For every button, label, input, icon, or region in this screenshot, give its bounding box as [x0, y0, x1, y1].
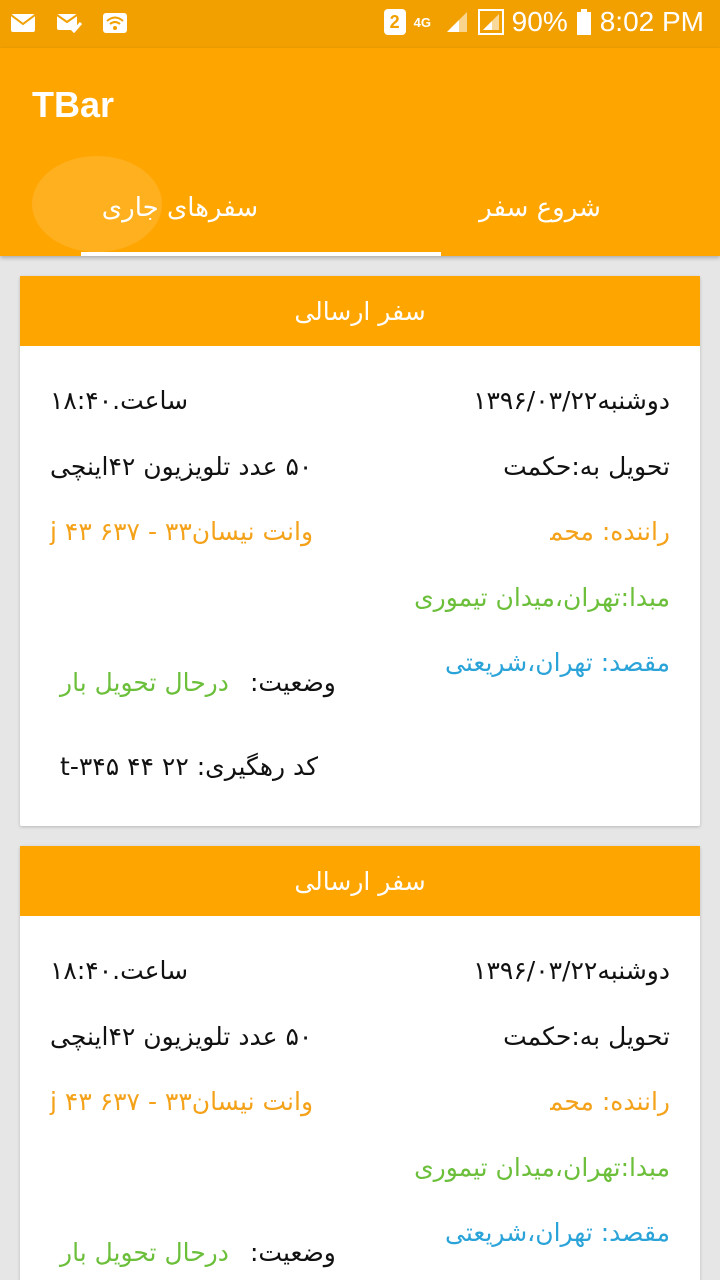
trip-card[interactable]: سفر ارسالی دوشنبه۱۳۹۶/۰۳/۲۲ ساعت.۱۸:۴۰ ت…	[20, 276, 700, 826]
trip-driver: راننده: محمد	[536, 1087, 670, 1116]
status-bar-notifications	[10, 10, 128, 36]
trip-tracking-code: کد رهگیری: ۲۲ ۴۴ ۳۴۵-t	[60, 752, 319, 781]
trip-status-label: وضعیت:	[250, 1238, 336, 1267]
network-4g-icon: 4G	[413, 14, 432, 30]
battery-percent: 90%	[511, 6, 568, 37]
trip-vehicle: وانت نیسان۳۳ - ۶۳۷ j ۴۳	[50, 1087, 314, 1116]
trip-time: ساعت.۱۸:۴۰	[50, 386, 189, 415]
trip-status-value: درحال تحویل بار	[60, 1238, 229, 1267]
trip-card-header: سفر ارسالی	[20, 276, 700, 346]
trip-time: ساعت.۱۸:۴۰	[50, 956, 189, 985]
tab-bar: سفرهای جاری شروع سفر	[0, 160, 720, 256]
signal-icon	[444, 9, 470, 35]
tab-start-trip[interactable]: شروع سفر	[360, 160, 720, 256]
trip-origin: مبدا:تهران،میدان تیموری	[414, 1153, 670, 1182]
trip-destination: مقصد: تهران،شریعتی	[445, 1218, 670, 1247]
trip-vehicle: وانت نیسان۳۳ - ۶۳۷ j ۴۳	[50, 517, 314, 546]
trip-origin: مبدا:تهران،میدان تیموری	[414, 583, 670, 612]
app-title: TBar	[32, 84, 115, 125]
trip-cargo: ۵۰ عدد تلویزیون ۴۲اینچی	[50, 452, 313, 481]
trip-destination: مقصد: تهران،شریعتی	[445, 648, 670, 677]
trip-card[interactable]: سفر ارسالی دوشنبه۱۳۹۶/۰۳/۲۲ ساعت.۱۸:۴۰ ت…	[20, 846, 700, 1280]
trip-deliver-to: تحویل به:حکمت	[503, 1022, 670, 1051]
trip-driver: راننده: محمد	[536, 517, 670, 546]
trip-date: دوشنبه۱۳۹۶/۰۳/۲۲	[473, 386, 670, 415]
app-bar: TBar سفرهای جاری شروع سفر	[0, 48, 720, 256]
status-bar: 2 4G 90% 8:02 PM	[0, 0, 720, 48]
trip-status-label: وضعیت:	[250, 668, 336, 697]
redacted-driver-name	[400, 513, 550, 553]
trip-cargo: ۵۰ عدد تلویزیون ۴۲اینچی	[50, 1022, 313, 1051]
battery-icon	[576, 9, 592, 35]
signal-box-icon	[477, 9, 504, 35]
mail-check-icon	[56, 10, 82, 36]
mail-icon	[10, 10, 36, 36]
redacted-driver-name	[400, 1083, 550, 1123]
tab-current-trips[interactable]: سفرهای جاری	[0, 160, 360, 256]
wifi-icon	[102, 10, 128, 36]
trip-card-header: سفر ارسالی	[20, 846, 700, 916]
trip-list[interactable]: سفر ارسالی دوشنبه۱۳۹۶/۰۳/۲۲ ساعت.۱۸:۴۰ ت…	[0, 256, 720, 1280]
status-bar-system: 2 4G 90% 8:02 PM	[383, 6, 704, 38]
clock: 8:02 PM	[599, 6, 704, 37]
trip-date: دوشنبه۱۳۹۶/۰۳/۲۲	[473, 956, 670, 985]
badge-icon: 2	[383, 9, 406, 35]
redacted-name	[360, 1018, 470, 1058]
trip-status-value: درحال تحویل بار	[60, 668, 229, 697]
trip-deliver-to: تحویل به:حکمت	[503, 452, 670, 481]
redacted-name	[360, 448, 470, 488]
